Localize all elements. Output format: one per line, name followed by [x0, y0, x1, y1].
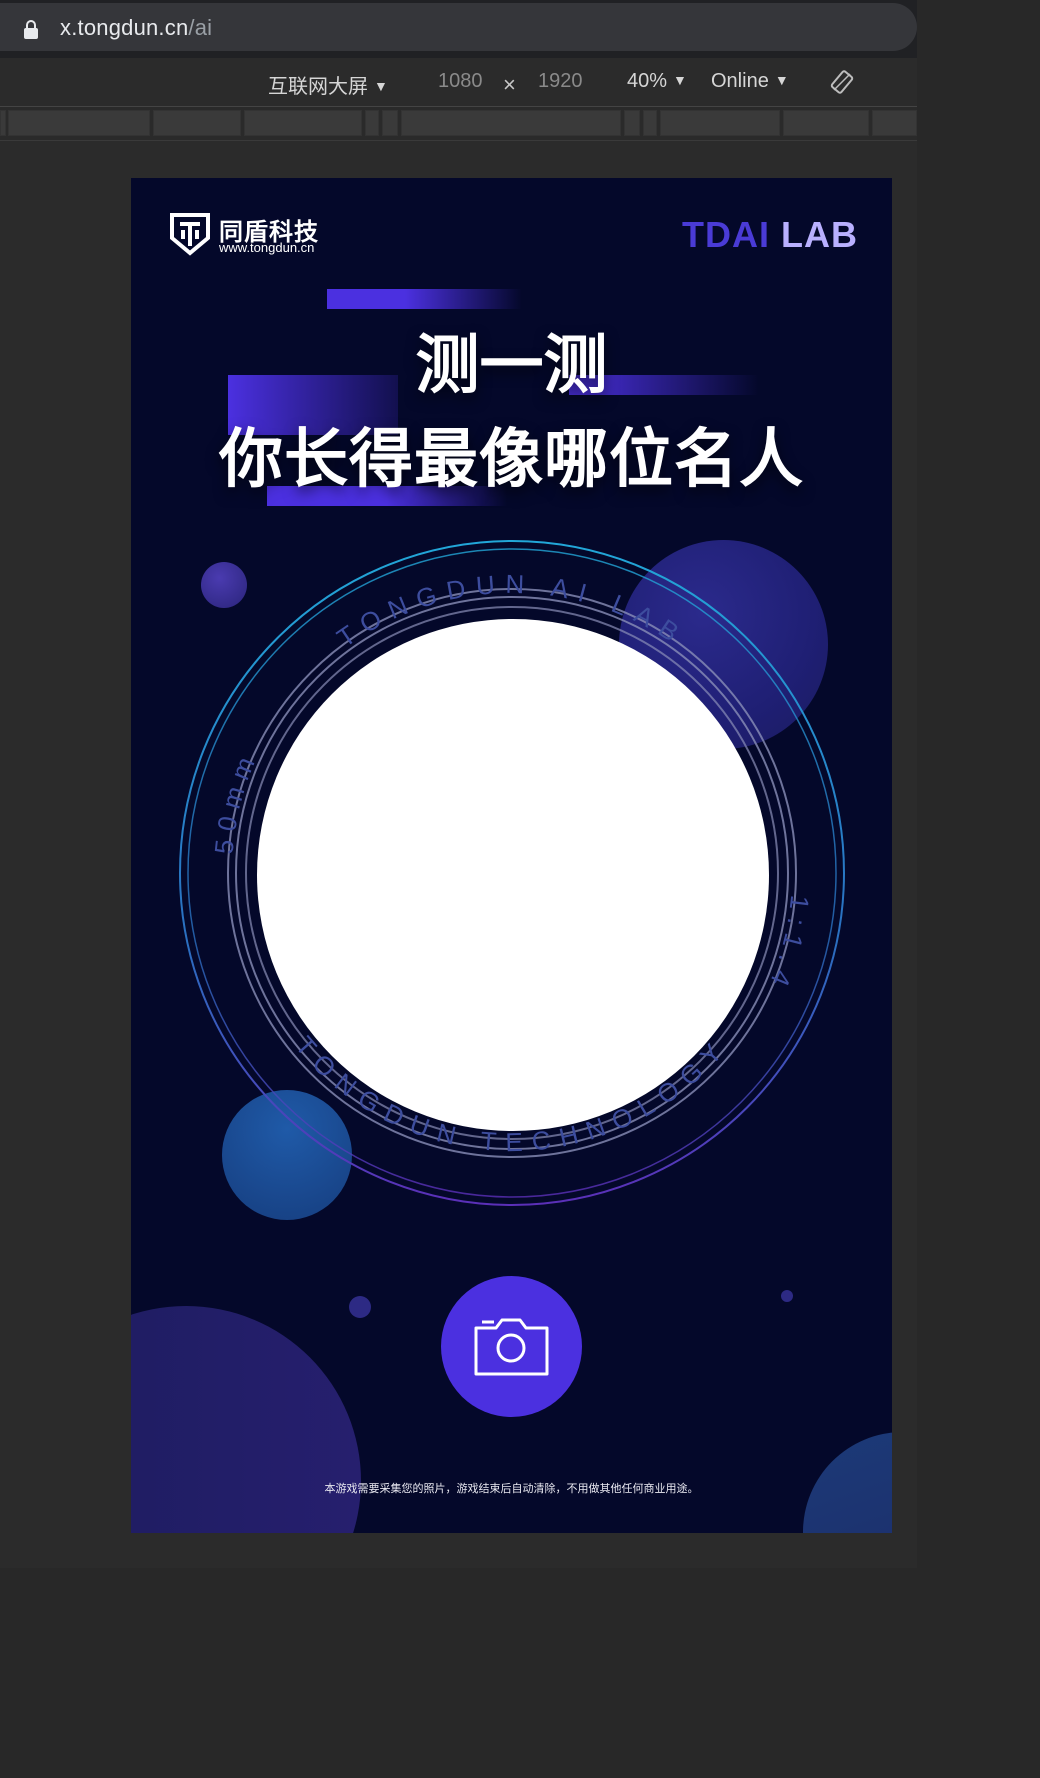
media-query-segment[interactable] — [244, 110, 362, 136]
ring-text-right: 1:1.4 — [762, 894, 816, 998]
media-query-segment[interactable] — [872, 110, 917, 136]
poster: 同盾科技 www.tongdun.cn TDAI LAB 测一测 你长得最像哪位… — [131, 178, 892, 1533]
device-label: 互联网大屏 — [268, 76, 368, 98]
chevron-down-icon: ▼ — [673, 72, 687, 88]
zoom-label: 40% — [627, 70, 668, 92]
url-field[interactable]: x.tongdun.cn/ai — [0, 3, 917, 51]
zoom-select[interactable]: 40% ▼ — [627, 70, 687, 93]
media-query-segment[interactable] — [401, 110, 621, 136]
media-query-segment[interactable] — [382, 110, 398, 136]
camera-icon — [474, 1318, 549, 1376]
media-query-segment[interactable] — [0, 110, 6, 136]
chevron-down-icon: ▼ — [374, 78, 388, 94]
network-select[interactable]: Online ▼ — [711, 70, 789, 93]
url-text[interactable]: x.tongdun.cn/ai — [60, 15, 212, 41]
photo-preview-area[interactable] — [257, 619, 769, 1131]
media-query-segment[interactable] — [153, 110, 241, 136]
lab-text-part2: LAB — [770, 214, 858, 255]
take-photo-button[interactable] — [441, 1276, 582, 1417]
lock-icon[interactable] — [24, 20, 38, 40]
tongdun-logo: 同盾科技 www.tongdun.cn — [169, 212, 329, 258]
media-query-segment[interactable] — [660, 110, 780, 136]
media-query-segment[interactable] — [365, 110, 379, 136]
device-toolbar: 互联网大屏 ▼ 1080 × 1920 40% ▼ Online ▼ — [0, 58, 917, 107]
device-select[interactable]: 互联网大屏 ▼ — [268, 70, 388, 99]
media-query-bar — [0, 107, 917, 141]
height-input[interactable]: 1920 — [538, 70, 583, 93]
decor-dot — [781, 1290, 793, 1302]
lab-text-part1: TDAI — [682, 214, 770, 255]
media-query-segment[interactable] — [8, 110, 150, 136]
times-icon: × — [503, 72, 516, 97]
decor-dot — [349, 1296, 371, 1318]
decor-circle — [131, 1306, 361, 1533]
network-label: Online — [711, 70, 769, 92]
url-host: x.tongdun.cn — [60, 15, 189, 40]
rotate-icon[interactable] — [830, 70, 854, 94]
privacy-disclaimer: 本游戏需要采集您的照片，游戏结束后自动清除，不用做其他任何商业用途。 — [324, 1483, 699, 1495]
browser-address-bar: x.tongdun.cn/ai — [0, 0, 917, 58]
tdai-lab-logo: TDAI LAB — [682, 214, 858, 256]
chevron-down-icon: ▼ — [774, 72, 789, 88]
title-line-2: 你长得最像哪位名人 — [219, 423, 804, 495]
media-query-segment[interactable] — [624, 110, 640, 136]
width-input[interactable]: 1080 — [438, 70, 483, 93]
url-path: /ai — [188, 15, 213, 40]
logo-url: www.tongdun.cn — [219, 240, 315, 255]
media-query-segment[interactable] — [783, 110, 869, 136]
media-query-segment[interactable] — [643, 110, 657, 136]
shield-logo-icon — [170, 213, 210, 256]
title-decor-bar — [327, 289, 522, 309]
title-line-1: 测一测 — [415, 329, 608, 401]
